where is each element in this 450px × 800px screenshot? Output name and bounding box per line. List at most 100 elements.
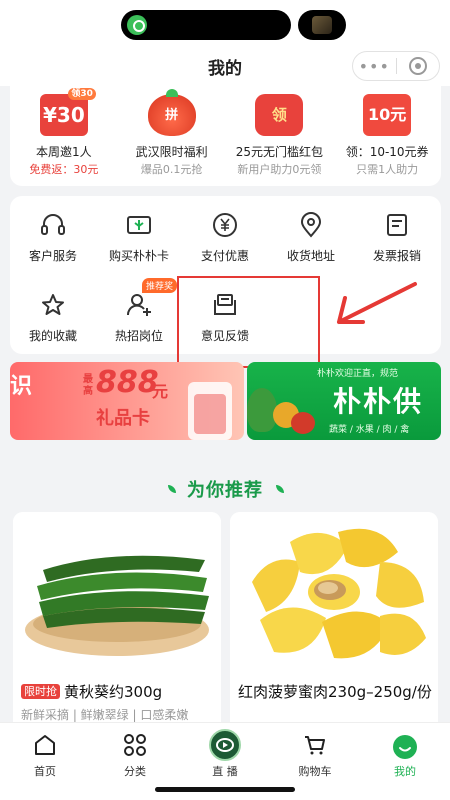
- service-buy-card[interactable]: 购买朴朴卡: [96, 196, 182, 266]
- tab-label: 首页: [34, 765, 56, 778]
- location-icon: [300, 212, 322, 238]
- service-jobs[interactable]: 推荐奖 热招岗位: [96, 276, 182, 346]
- tab-home[interactable]: 首页: [0, 733, 90, 781]
- pin-text: 拼: [165, 108, 179, 123]
- miniapp-capsule: •••: [352, 51, 440, 81]
- smile-icon: [399, 747, 411, 752]
- annotation-arrow-icon: [337, 282, 417, 324]
- banner-amount: 888: [96, 365, 159, 400]
- play-icon: [216, 738, 234, 752]
- promo-invite[interactable]: ¥30 领30 本周邀1人 免费返：30元: [10, 86, 118, 186]
- yen-icon: [213, 213, 237, 237]
- promo-wuhan[interactable]: 拼 武汉限时福利 爆品0.1元抢: [118, 86, 226, 186]
- promo-title: 本周邀1人: [36, 145, 92, 159]
- pin-lantern-icon: 拼: [147, 89, 196, 136]
- promo-subtitle: 免费返：30元: [29, 163, 99, 176]
- section-title: 为你推荐: [187, 480, 263, 501]
- promo-subtitle: 新用户助力0元领: [237, 163, 322, 176]
- nav-bar: 我的 •••: [0, 48, 450, 86]
- promo-subtitle: 只需1人助力: [356, 163, 419, 176]
- close-miniapp-button[interactable]: [396, 57, 439, 75]
- promo-subtitle: 爆品0.1元抢: [140, 163, 203, 176]
- service-customer[interactable]: 客户服务: [10, 196, 96, 266]
- gift-card-banner[interactable]: 识 最高 888 元 礼品卡: [10, 362, 244, 440]
- promo-title: 领：10-10元券: [345, 145, 429, 159]
- coupon-30-icon: ¥30 领30: [39, 88, 96, 136]
- person-add-icon: [126, 294, 151, 316]
- promo-coupon[interactable]: 10元 领：10-10元券 只需1人助力: [333, 86, 441, 186]
- tab-label: 分类: [124, 765, 146, 778]
- product-card-jackfruit[interactable]: 红肉菠萝蜜肉230g–250g/份: [230, 512, 438, 732]
- service-payment-offers[interactable]: 支付优惠: [182, 196, 268, 266]
- close-ring-icon: [408, 57, 427, 75]
- recommend-header: 为你推荐: [0, 476, 450, 502]
- cart-icon: [305, 736, 325, 755]
- jackfruit-image: [230, 512, 438, 674]
- status-bar: [0, 0, 450, 48]
- media-thumbnail: [312, 16, 332, 34]
- home-icon: [35, 735, 55, 755]
- tab-label: 直 播: [212, 765, 238, 778]
- coupon-30-text: ¥30: [43, 103, 85, 127]
- leaf-right-icon: [276, 485, 284, 493]
- tab-live[interactable]: 直 播: [180, 729, 270, 781]
- banner-top-text: 朴朴欢迎正直，规范: [317, 369, 399, 379]
- product-name-row: 限时抢 黄秋葵约300g: [21, 682, 217, 703]
- service-label: 我的收藏: [28, 329, 77, 343]
- tab-label: 购物车: [298, 765, 332, 778]
- live-icon: [209, 729, 241, 761]
- service-invoice[interactable]: 发票报销: [354, 196, 440, 266]
- tab-category[interactable]: 分类: [90, 733, 180, 781]
- invoice-icon: [387, 214, 407, 236]
- banner-bottom-text: 蔬菜 / 水果 / 肉 / 禽: [329, 425, 410, 435]
- coupon-30-tag: 领30: [68, 88, 96, 100]
- banner-glyph: 识: [10, 374, 33, 399]
- banner-unit: 元: [152, 382, 169, 401]
- coupon-10-text: 10元: [367, 105, 407, 124]
- tomato-image: [291, 412, 315, 434]
- service-address[interactable]: 收货地址: [268, 196, 354, 266]
- banner-card-label: 礼品卡: [96, 408, 150, 429]
- tab-me[interactable]: 我的: [360, 733, 450, 781]
- wechat-status-icon: [127, 15, 147, 35]
- drink-cup-image: [188, 382, 232, 440]
- cabbage-image: [247, 388, 277, 432]
- flash-sale-tag: 限时抢: [21, 684, 60, 699]
- annotation-highlight-box: [177, 276, 320, 368]
- card-icon: [127, 216, 151, 234]
- service-label: 发票报销: [372, 249, 421, 263]
- recommend-badge: 推荐奖: [142, 278, 178, 293]
- leaf-left-icon: [168, 485, 176, 493]
- banner-title: 朴朴供: [333, 385, 424, 418]
- star-icon: [42, 294, 64, 315]
- coupon-10-icon: 10元: [363, 94, 412, 136]
- promo-title: 武汉限时福利: [135, 145, 208, 159]
- service-label: 支付优惠: [200, 249, 249, 263]
- product-card-okra[interactable]: 限时抢 黄秋葵约300g 新鲜采摘 | 鲜嫩翠绿 | 口感柔嫩: [13, 512, 221, 732]
- service-label: 购买朴朴卡: [108, 249, 169, 263]
- ling-text: 领: [271, 106, 287, 124]
- okra-image: [13, 512, 221, 674]
- dynamic-island: [121, 10, 291, 40]
- bottom-tab-bar: 首页 分类 直 播 购物车 我的: [0, 722, 450, 800]
- home-indicator: [155, 787, 295, 792]
- promo-title: 25元无门槛红包: [235, 145, 324, 159]
- product-name: 红肉菠萝蜜肉230g–250g/份: [238, 683, 432, 701]
- product-name: 黄秋葵约300g: [64, 683, 163, 701]
- tab-cart[interactable]: 购物车: [270, 733, 360, 781]
- promo-card: ¥30 领30 本周邀1人 免费返：30元 拼 武汉限时福利 爆品0.1元抢 领…: [10, 86, 441, 186]
- service-favorites[interactable]: 我的收藏: [10, 276, 96, 346]
- tab-label: 我的: [394, 765, 416, 778]
- service-label: 客户服务: [28, 249, 77, 263]
- category-icon: [124, 734, 146, 756]
- me-icon: [393, 735, 417, 759]
- ling-envelope-icon: 领: [255, 94, 304, 136]
- supplier-banner[interactable]: 朴朴欢迎正直，规范 朴朴供 蔬菜 / 水果 / 肉 / 禽: [247, 362, 441, 440]
- promo-red-packet[interactable]: 领 25元无门槛红包 新用户助力0元领: [226, 86, 334, 186]
- product-tags: 新鲜采摘 | 鲜嫩翠绿 | 口感柔嫩: [21, 708, 189, 722]
- service-label: 收货地址: [286, 249, 335, 263]
- camera-pill: [298, 10, 346, 40]
- more-icon[interactable]: •••: [353, 57, 396, 76]
- headset-icon: [41, 214, 65, 235]
- banner-max-label: 最高: [83, 374, 93, 397]
